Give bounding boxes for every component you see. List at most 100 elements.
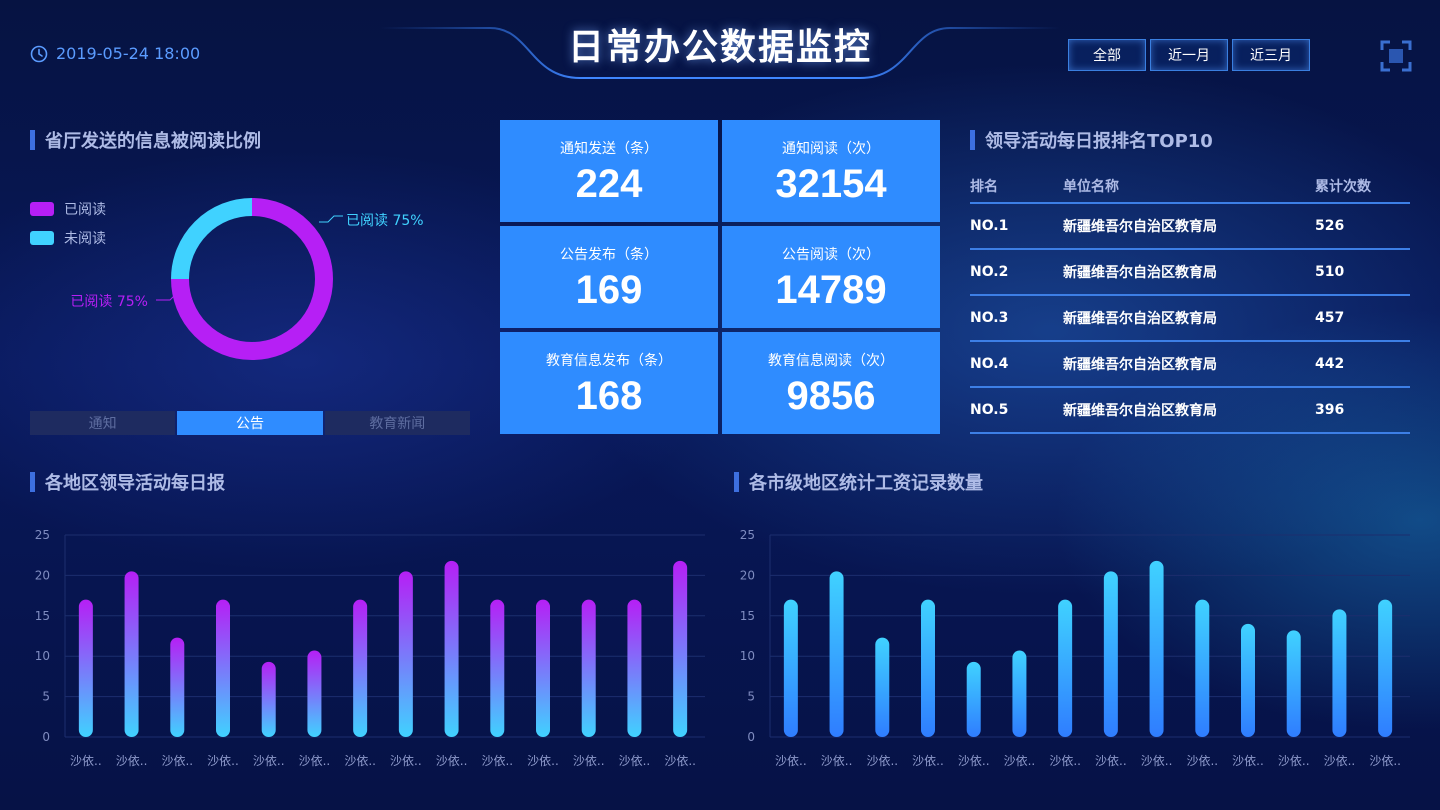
range-all-button[interactable]: 全部 xyxy=(1068,39,1146,71)
bar[interactable] xyxy=(1149,560,1164,737)
stat-value: 168 xyxy=(575,374,643,418)
y-tick-label: 0 xyxy=(42,730,50,744)
row-count: 526 xyxy=(1315,218,1345,234)
range-month-button[interactable]: 近一月 xyxy=(1150,39,1228,71)
tab-education-news[interactable]: 教育新闻 xyxy=(324,411,470,435)
x-tick-label: 沙依.. xyxy=(207,753,239,768)
bar[interactable] xyxy=(921,599,935,737)
x-tick-label: 沙依.. xyxy=(573,753,605,768)
bar[interactable] xyxy=(673,560,688,737)
x-tick-label: 沙依.. xyxy=(1278,753,1310,768)
x-tick-label: 沙依.. xyxy=(1369,753,1401,768)
bar[interactable] xyxy=(353,599,368,737)
x-tick-label: 沙依.. xyxy=(481,753,513,768)
bar[interactable] xyxy=(216,599,230,737)
x-tick-label: 沙依.. xyxy=(116,753,148,768)
stat-label: 公告发布（条） xyxy=(560,247,658,263)
bar[interactable] xyxy=(261,661,276,737)
row-count: 442 xyxy=(1315,356,1345,372)
read-ratio-title-text: 省厅发送的信息被阅读比例 xyxy=(45,131,261,152)
x-tick-label: 沙依.. xyxy=(344,753,376,768)
fullscreen-icon[interactable] xyxy=(1380,40,1412,72)
leader-activity-bar-chart: 0 5 10 15 20 25 沙依.. 沙依.. 沙依.. 沙依.. 沙依.. 沙依.. 沙依.. 沙依… xyxy=(35,528,705,768)
tab-notice[interactable]: 通知 xyxy=(30,411,176,435)
callout-label-left: 已阅读 75% xyxy=(70,293,148,310)
row-rank: NO.5 xyxy=(970,402,1009,418)
bar[interactable] xyxy=(307,650,322,737)
bar[interactable] xyxy=(1195,599,1210,737)
tab-announcement[interactable]: 公告 xyxy=(177,411,323,435)
bar[interactable] xyxy=(1012,650,1027,737)
datetime-text: 2019-05-24 18:00 xyxy=(56,44,201,63)
donut-slices xyxy=(171,198,333,360)
x-tick-label: 沙依.. xyxy=(70,753,102,768)
bar[interactable] xyxy=(124,571,139,737)
x-tick-label: 沙依.. xyxy=(1049,753,1081,768)
stat-value: 9856 xyxy=(786,374,876,418)
stat-value: 169 xyxy=(575,268,643,312)
x-tick-label: 沙依.. xyxy=(1004,753,1036,768)
bar[interactable] xyxy=(1241,623,1255,737)
row-count: 396 xyxy=(1315,402,1345,418)
right-chart-title-text: 各市级地区统计工资记录数量 xyxy=(749,473,983,494)
bar[interactable] xyxy=(78,599,93,737)
stat-value: 224 xyxy=(575,162,643,206)
header-unit: 单位名称 xyxy=(1063,179,1119,195)
x-tick-label: 沙依.. xyxy=(664,753,696,768)
left-chart-title: 各地区领导活动每日报 xyxy=(30,469,225,495)
x-tick-label: 沙依.. xyxy=(527,753,559,768)
stat-card-education-read: 教育信息阅读（次） 9856 xyxy=(722,332,940,434)
x-tick-label: 沙依.. xyxy=(253,753,285,768)
bar[interactable] xyxy=(1103,571,1118,737)
bar[interactable] xyxy=(829,571,844,737)
x-tick-label: 沙依.. xyxy=(1324,753,1356,768)
table-row: NO.3 新疆维吾尔自治区教育局 457 xyxy=(970,296,1410,342)
y-tick-label: 20 xyxy=(740,568,755,582)
stat-label: 教育信息发布（条） xyxy=(546,353,672,369)
content-type-tabs: 通知 公告 教育新闻 xyxy=(30,411,470,435)
read-ratio-donut-chart: 已阅读 75% 已阅读 75% xyxy=(70,198,424,360)
bar[interactable] xyxy=(875,637,890,737)
page-title: 日常办公数据监控 xyxy=(567,27,872,68)
range-quarter-button[interactable]: 近三月 xyxy=(1232,39,1310,71)
row-count: 510 xyxy=(1315,264,1345,280)
x-tick-label: 沙依.. xyxy=(958,753,990,768)
bar[interactable] xyxy=(1332,609,1347,737)
donut-slice-1[interactable] xyxy=(171,198,253,280)
bar[interactable] xyxy=(1286,630,1301,737)
table-row: NO.1 新疆维吾尔自治区教育局 526 xyxy=(970,204,1410,250)
stat-label: 公告阅读（次） xyxy=(782,247,880,263)
header-count: 累计次数 xyxy=(1315,179,1371,195)
bar[interactable] xyxy=(490,599,505,737)
stat-card-education-published: 教育信息发布（条） 168 xyxy=(500,332,718,434)
stat-value: 32154 xyxy=(775,162,887,206)
x-tick-label: 沙依.. xyxy=(1095,753,1127,768)
bar[interactable] xyxy=(581,599,596,737)
bar[interactable] xyxy=(444,560,459,737)
range-selector: 全部 近一月 近三月 xyxy=(1068,39,1310,71)
table-row: NO.4 新疆维吾尔自治区教育局 442 xyxy=(970,342,1410,388)
y-tick-label: 10 xyxy=(35,649,50,663)
bar[interactable] xyxy=(627,599,642,737)
callout-line-right xyxy=(319,215,343,223)
y-tick-label: 25 xyxy=(740,528,755,542)
stat-card-announcement-read: 公告阅读（次） 14789 xyxy=(722,226,940,328)
bar[interactable] xyxy=(966,661,981,737)
y-tick-label: 25 xyxy=(35,528,50,542)
bar[interactable] xyxy=(398,571,413,737)
bar[interactable] xyxy=(783,599,798,737)
x-tick-label: 沙依.. xyxy=(1186,753,1218,768)
y-tick-label: 15 xyxy=(740,609,755,623)
right-chart-title: 各市级地区统计工资记录数量 xyxy=(734,469,983,495)
callout-line-left xyxy=(156,294,176,301)
row-rank: NO.1 xyxy=(970,218,1009,234)
row-rank: NO.2 xyxy=(970,264,1009,280)
bar[interactable] xyxy=(536,599,550,737)
ranking-table-header: 排名 单位名称 累计次数 xyxy=(970,170,1410,204)
x-tick-label: 沙依.. xyxy=(912,753,944,768)
bar[interactable] xyxy=(1058,599,1073,737)
x-tick-label: 沙依.. xyxy=(299,753,331,768)
bar[interactable] xyxy=(170,637,185,737)
x-tick-label: 沙依.. xyxy=(775,753,807,768)
bar[interactable] xyxy=(1378,599,1393,737)
